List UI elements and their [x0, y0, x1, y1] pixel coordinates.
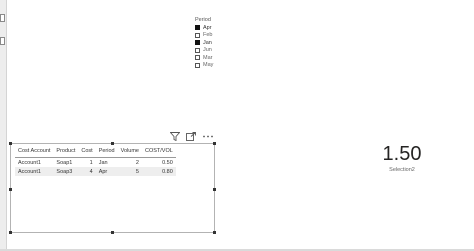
checkbox[interactable] — [195, 55, 200, 61]
column-header[interactable]: Cost — [78, 147, 96, 158]
table-cell: Soap1 — [56, 159, 73, 166]
focus-mode-icon[interactable] — [186, 131, 196, 141]
table-cell: Account1 — [15, 167, 54, 176]
card-label: Selection2 — [389, 167, 415, 173]
table-row: Account1 Soap3 4 Apr 5 0.80 — [15, 167, 176, 176]
column-header[interactable]: Period — [95, 147, 118, 158]
slicer-item-jan[interactable]: Jan — [195, 39, 265, 47]
slicer-item-label: May — [203, 62, 214, 69]
filter-icon[interactable] — [170, 131, 180, 141]
page-icon[interactable] — [0, 14, 5, 22]
data-table: Cost Account Product Cost Period Volume … — [15, 147, 176, 176]
table-header-row: Cost Account Product Cost Period Volume … — [15, 147, 176, 158]
checkbox[interactable] — [195, 40, 200, 46]
table-cell: Soap3 — [53, 167, 79, 176]
slicer-item-label: Mar — [203, 54, 213, 61]
table-row: Account1 Soap1 1 Jan 2 0.50 — [15, 158, 176, 168]
table-cell: 0.50 — [162, 159, 173, 166]
table-cell: Account1 — [18, 159, 41, 166]
column-header[interactable]: COST/VOL — [141, 147, 176, 158]
resize-handle[interactable] — [111, 231, 114, 234]
column-header[interactable]: Cost Account — [15, 147, 54, 158]
slicer-item-jun[interactable]: Jun — [195, 47, 265, 55]
visual-header — [170, 131, 216, 141]
resize-handle[interactable] — [213, 188, 216, 191]
checkbox[interactable] — [195, 47, 200, 53]
slicer-item-apr[interactable]: Apr — [195, 24, 265, 32]
column-header[interactable]: Product — [53, 147, 79, 158]
card-value: 1.50 — [382, 143, 422, 165]
resize-handle[interactable] — [9, 142, 12, 145]
column-header[interactable]: Volume — [117, 147, 142, 158]
resize-handle[interactable] — [111, 142, 114, 145]
table-visual[interactable]: Cost Account Product Cost Period Volume … — [9, 142, 216, 234]
slicer-item-mar[interactable]: Mar — [195, 54, 265, 62]
resize-handle[interactable] — [9, 188, 12, 191]
table-cell: 5 — [117, 167, 142, 176]
period-slicer: Period Apr Feb Jan Jun Mar May — [195, 16, 265, 69]
slicer-item-label: Jan — [203, 39, 212, 46]
resize-handle[interactable] — [213, 142, 216, 145]
slicer-item-feb[interactable]: Feb — [195, 32, 265, 40]
checkbox[interactable] — [195, 32, 200, 38]
table-cell: 0.80 — [141, 167, 176, 176]
table-cell: 2 — [135, 159, 139, 166]
more-options-icon[interactable] — [202, 132, 214, 141]
slicer-item-label: Jun — [203, 47, 212, 54]
table-cell: 1 — [89, 159, 93, 166]
slicer-title: Period — [195, 17, 211, 23]
slicer-item-label: Apr — [203, 24, 212, 31]
resize-handle[interactable] — [9, 231, 12, 234]
table-cell: Apr — [95, 167, 118, 176]
table-cell: 4 — [78, 167, 96, 176]
table-cell: Jan — [98, 159, 108, 166]
checkbox[interactable] — [195, 62, 200, 68]
slicer-item-label: Feb — [203, 32, 213, 39]
card-visual[interactable]: 1.50 Selection2 — [362, 143, 442, 173]
slicer-item-may[interactable]: May — [195, 62, 265, 70]
left-rail — [0, 0, 7, 251]
checkbox[interactable] — [195, 25, 200, 31]
page-icon[interactable] — [0, 37, 5, 45]
resize-handle[interactable] — [213, 231, 216, 234]
